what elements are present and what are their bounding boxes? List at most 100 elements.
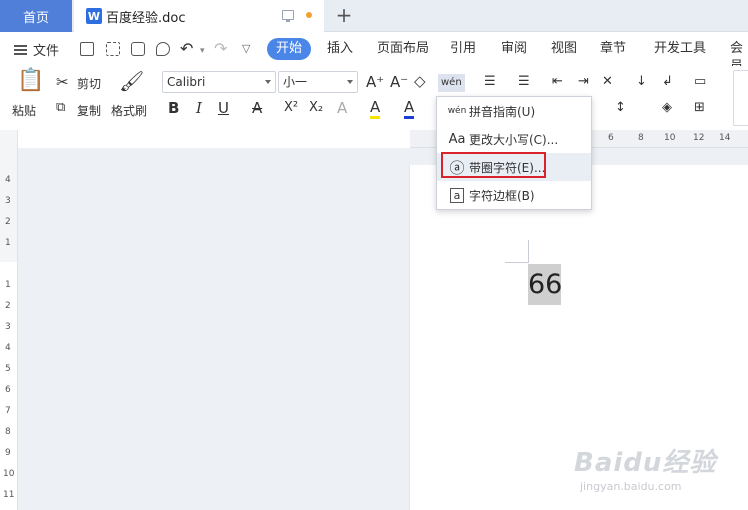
tab-review[interactable]: 审阅 — [501, 40, 527, 58]
format-painter-icon[interactable]: 🖌 — [119, 71, 144, 91]
menu-item-label: 更改大小写(C)... — [469, 132, 559, 147]
chevron-down-icon — [265, 80, 271, 84]
menu-item-character-border[interactable]: a 字符边框(B) — [437, 181, 591, 209]
print-preview-icon[interactable] — [156, 42, 170, 56]
annotation-highlight-box — [441, 152, 546, 178]
cut-button[interactable]: 剪切 — [77, 75, 101, 92]
change-case-icon: Aa — [448, 131, 466, 147]
export-icon[interactable] — [106, 42, 120, 56]
tab-insert[interactable]: 插入 — [327, 40, 353, 58]
bullets-icon[interactable]: ☰ — [484, 73, 496, 91]
menu-item-phonetic-guide[interactable]: wén 拼音指南(U) — [437, 97, 591, 125]
ruler-number: 4 — [5, 343, 11, 353]
ruler-number: 14 — [719, 133, 731, 143]
paste-icon[interactable]: 📋 — [17, 70, 44, 92]
copy-button[interactable]: 复制 — [77, 102, 101, 119]
ruler-number: 8 — [5, 427, 11, 437]
shrink-font-icon[interactable]: A⁻ — [390, 73, 408, 91]
ruler-number: 12 — [693, 133, 705, 143]
font-name-value: Calibri — [167, 75, 206, 89]
tab-section[interactable]: 章节 — [600, 40, 626, 58]
sort-icon[interactable]: ↓ — [636, 73, 647, 91]
strikethrough-button[interactable]: A — [252, 99, 262, 117]
chevron-down-icon — [347, 80, 353, 84]
ruler-number: 5 — [5, 364, 11, 374]
decrease-indent-icon[interactable]: ⇤ — [552, 73, 563, 91]
highlight-color-button[interactable]: A — [370, 98, 381, 119]
save-icon[interactable] — [80, 42, 94, 56]
margin-corner-mark — [528, 240, 529, 263]
borders-icon[interactable]: ⊞ — [694, 99, 705, 117]
font-name-select[interactable]: Calibri — [162, 71, 276, 93]
line-spacing-icon[interactable]: ↕ — [615, 99, 626, 117]
ruler-number: 1 — [5, 280, 11, 290]
tab-developer[interactable]: 开发工具 — [654, 40, 706, 58]
ruler-number: 8 — [638, 133, 644, 143]
table-lines-icon[interactable]: ▭ — [694, 73, 706, 91]
font-size-value: 小一 — [283, 75, 308, 89]
undo-icon[interactable]: ↶ — [180, 40, 193, 58]
font-size-select[interactable]: 小一 — [278, 71, 358, 93]
unsaved-indicator-icon — [306, 12, 312, 18]
increase-indent-icon[interactable]: ⇥ — [578, 73, 589, 91]
ruler-number: 6 — [608, 133, 614, 143]
phonetic-icon: wén — [447, 106, 467, 116]
ruler-number: 10 — [664, 133, 676, 143]
ruler-number: 2 — [5, 217, 11, 227]
chinese-layout-icon[interactable]: ✕ — [602, 73, 613, 91]
print-icon[interactable] — [131, 42, 145, 56]
ruler-number: 9 — [5, 448, 11, 458]
tab-home-label: 首页 — [22, 10, 49, 26]
ruler-number: 6 — [5, 385, 11, 395]
show-marks-icon[interactable]: ↲ — [662, 73, 673, 91]
ruler-number: 2 — [5, 301, 11, 311]
ruler-number: 3 — [5, 196, 11, 206]
clear-format-icon[interactable]: ◇ — [414, 72, 426, 90]
paste-button[interactable]: 粘贴 — [12, 102, 36, 119]
italic-button[interactable]: I — [196, 99, 202, 117]
file-menu-label: 文件 — [33, 44, 60, 59]
ruler-number: 4 — [5, 175, 11, 185]
watermark-brand: Baidu经验 — [574, 448, 717, 478]
watermark-url: jingyan.baidu.com — [580, 480, 682, 493]
baidu-watermark: Baidu经验 jingyan.baidu.com — [568, 428, 718, 498]
customize-toolbar-icon[interactable]: ▽ — [242, 40, 250, 58]
shading-icon[interactable]: ◈ — [662, 99, 672, 117]
tab-home[interactable]: 首页 — [0, 0, 72, 32]
text-effects-button[interactable]: A — [337, 99, 347, 117]
styles-gallery[interactable] — [733, 70, 748, 126]
copy-icon[interactable]: ⧉ — [56, 99, 65, 117]
tab-view[interactable]: 视图 — [551, 40, 577, 58]
format-painter-button[interactable]: 格式刷 — [111, 102, 147, 119]
menu-item-label: 字符边框(B) — [469, 188, 535, 203]
selected-text[interactable]: 66 — [528, 264, 562, 305]
font-color-button[interactable]: A — [404, 98, 415, 119]
ruler-number: 7 — [5, 406, 11, 416]
bold-button[interactable]: B — [168, 99, 179, 117]
phonetic-guide-icon[interactable]: wén — [438, 74, 465, 92]
undo-dropdown-icon[interactable]: ▾ — [200, 42, 205, 60]
wps-doc-icon: W — [86, 8, 102, 24]
ruler-number: 3 — [5, 322, 11, 332]
numbering-icon[interactable]: ☰ — [518, 73, 530, 91]
menu-item-change-case[interactable]: Aa 更改大小写(C)... — [437, 125, 591, 153]
tab-start[interactable]: 开始 — [267, 38, 311, 60]
ruler-number: 10 — [3, 469, 15, 479]
ruler-number: 1 — [5, 238, 11, 248]
ruler-number: 11 — [3, 490, 15, 500]
tab-page-layout[interactable]: 页面布局 — [377, 40, 429, 58]
file-menu[interactable]: 文件 — [14, 40, 59, 59]
underline-button[interactable]: U — [218, 99, 229, 117]
grow-font-icon[interactable]: A⁺ — [366, 73, 384, 91]
superscript-button[interactable]: X² — [284, 99, 298, 117]
cut-icon[interactable]: ✂ — [56, 73, 69, 91]
new-tab-plus-icon[interactable]: + — [332, 4, 356, 28]
tab-references[interactable]: 引用 — [450, 40, 476, 58]
menu-item-label: 拼音指南(U) — [469, 104, 536, 119]
tab-document-label: 百度经验.doc — [106, 10, 186, 26]
border-icon-glyph: a — [449, 187, 465, 203]
redo-icon[interactable]: ↷ — [214, 40, 227, 58]
subscript-button[interactable]: X₂ — [309, 99, 323, 117]
tab-member[interactable]: 会员 — [730, 40, 748, 74]
monitor-icon[interactable] — [282, 10, 294, 22]
